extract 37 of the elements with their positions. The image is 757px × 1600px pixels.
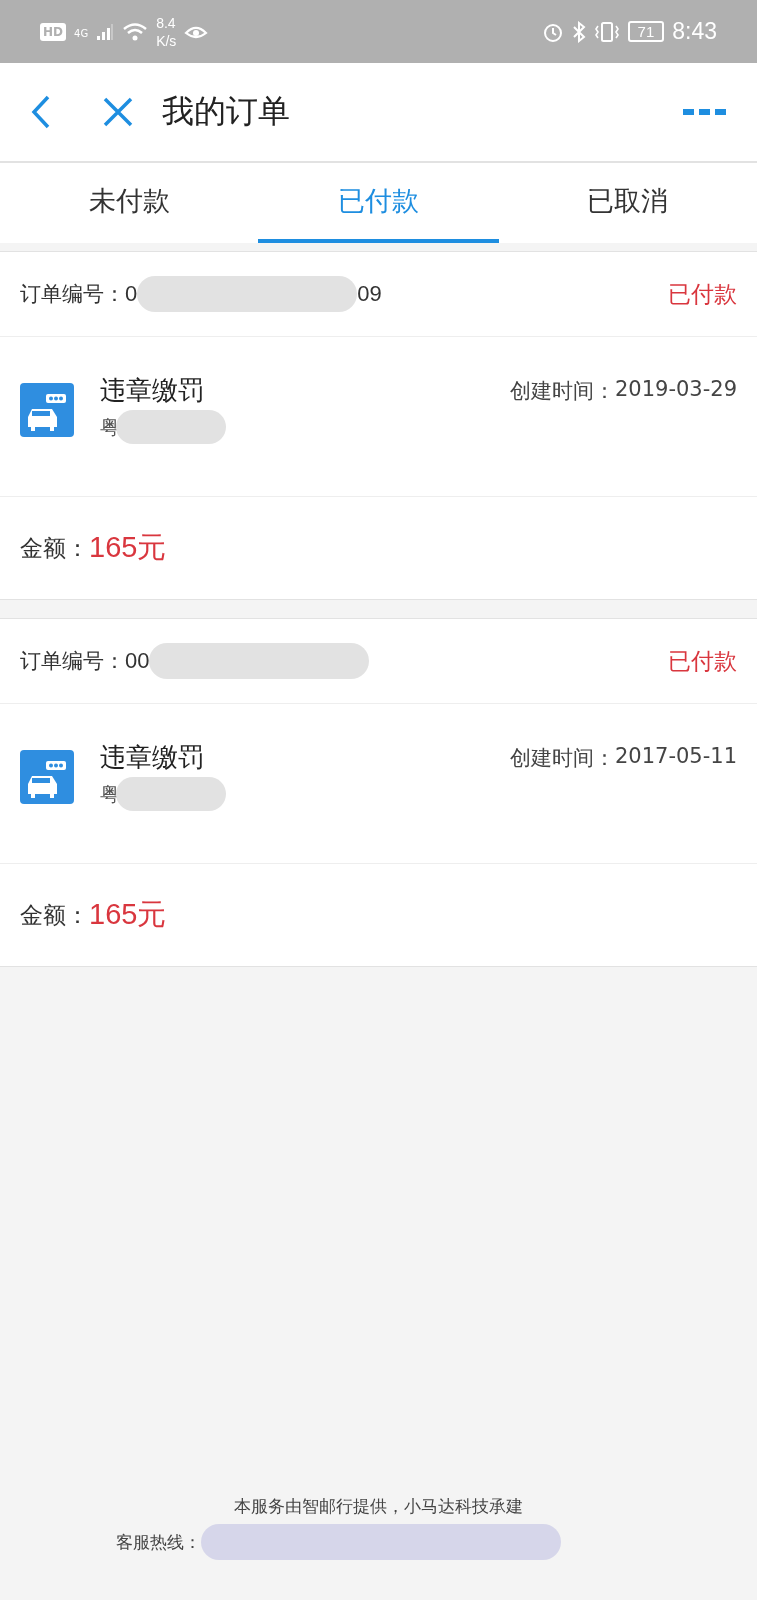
order-number-label: 订单编号： — [20, 281, 125, 308]
created-label: 创建时间： — [509, 745, 615, 772]
plate-number: 粤 — [100, 780, 120, 808]
plate-number: 粤 — [100, 413, 120, 441]
more-icon[interactable] — [683, 108, 727, 116]
amount-label: 金额： — [20, 900, 89, 930]
amount-label: 金额： — [20, 533, 89, 563]
car-icon — [20, 750, 74, 804]
created-label: 创建时间： — [509, 378, 615, 405]
bluetooth-icon — [571, 20, 586, 43]
amount-value: 165元 — [89, 530, 167, 565]
clock-time: 8:43 — [672, 18, 717, 45]
order-number: 00 — [125, 648, 150, 674]
car-icon — [20, 383, 74, 437]
created-date: 2019-03-29 — [614, 377, 737, 403]
service-name: 违章缴罚 — [100, 374, 205, 407]
created-date: 2017-05-11 — [614, 744, 737, 770]
order-number-label: 订单编号： — [20, 648, 125, 675]
speed-value: 8.4 — [156, 13, 177, 32]
back-icon[interactable] — [30, 94, 52, 130]
service-name: 违章缴罚 — [100, 741, 205, 774]
hotline-label: 客服热线： — [116, 1530, 201, 1554]
close-icon[interactable] — [102, 96, 134, 128]
order-status: 已付款 — [668, 279, 737, 309]
order-number: 0 — [125, 281, 138, 307]
wifi-icon — [122, 21, 149, 42]
page-title: 我的订单 — [162, 91, 290, 132]
order-number: 09 — [357, 281, 382, 307]
vibrate-icon — [593, 20, 620, 43]
speed-unit: K/s — [156, 31, 177, 50]
amount-value: 165元 — [89, 897, 167, 932]
footer-credit: 本服务由智邮行提供，小马达科技承建 — [234, 1495, 523, 1518]
signal-icon — [96, 22, 115, 41]
network-type: 4G — [74, 27, 89, 39]
order-status: 已付款 — [668, 646, 737, 676]
hd-badge: HD — [40, 22, 66, 41]
battery-indicator: 71 — [627, 21, 665, 42]
